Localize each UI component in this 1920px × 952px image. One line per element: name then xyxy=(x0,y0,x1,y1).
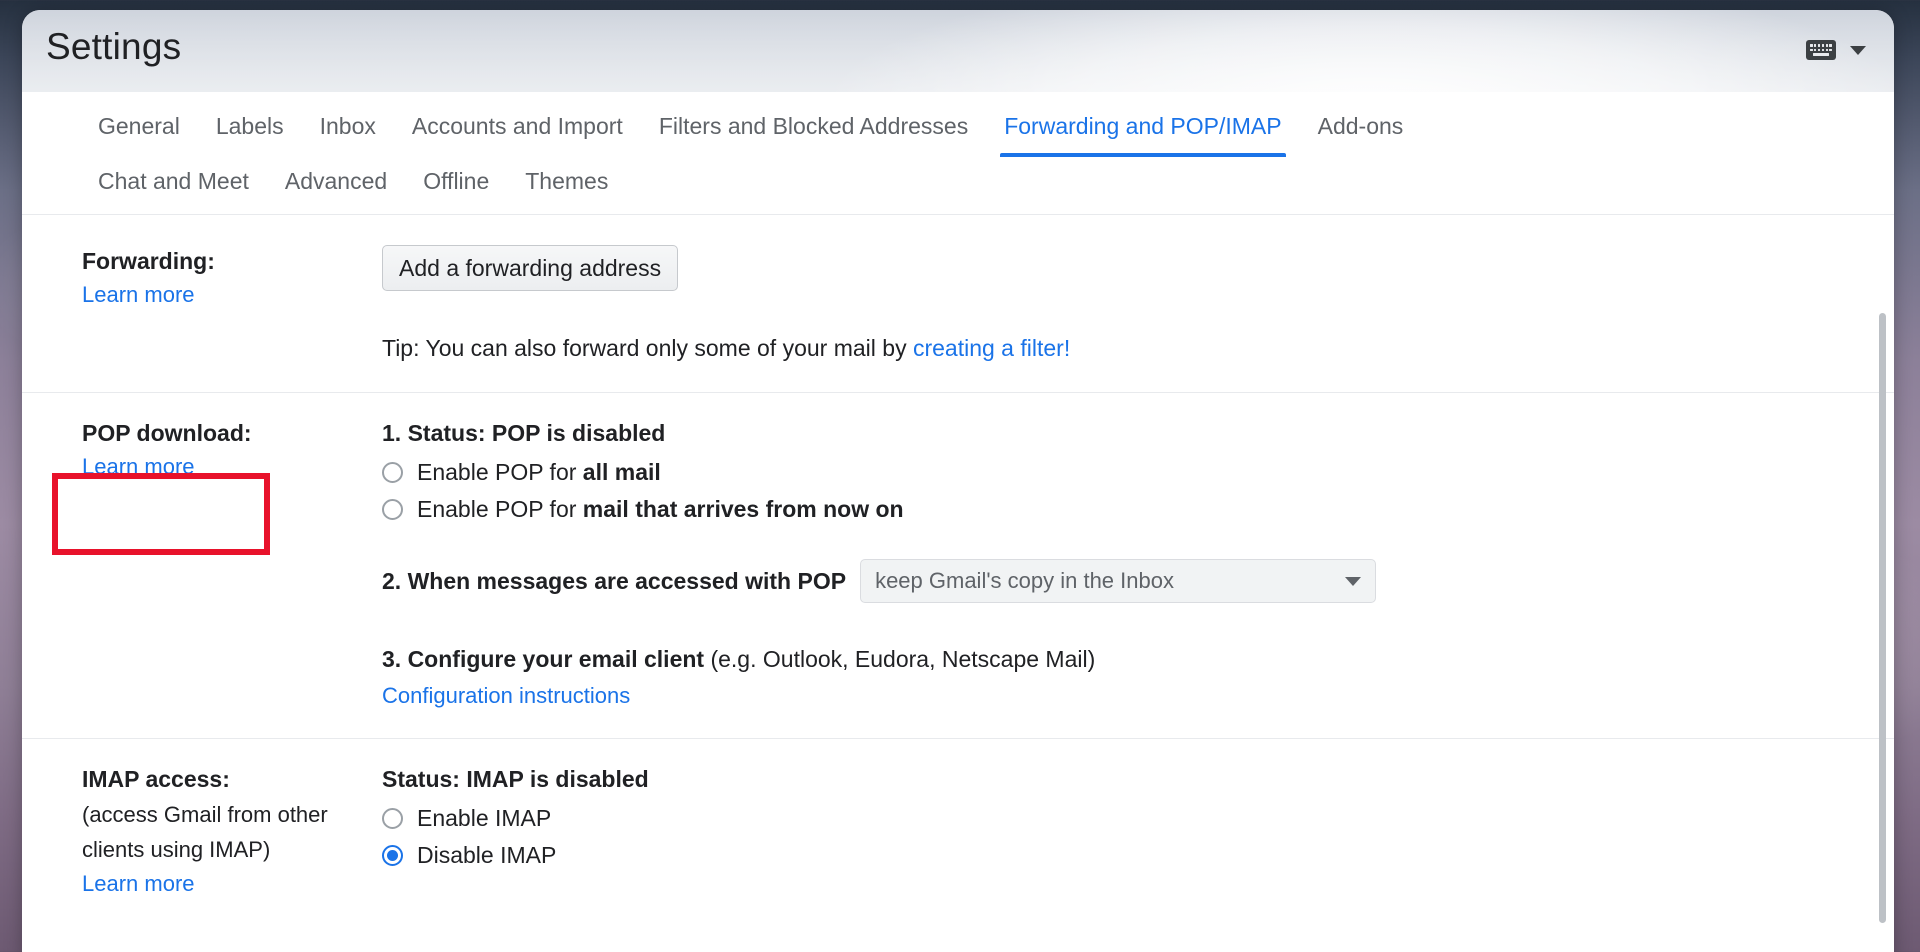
forwarding-label-cell: Forwarding: Learn more xyxy=(22,245,382,311)
settings-content: Forwarding: Learn more Add a forwarding … xyxy=(22,215,1894,935)
pop-step2: 2. When messages are accessed with POP k… xyxy=(382,559,1854,603)
forwarding-tip: Tip: You can also forward only some of y… xyxy=(382,331,1854,366)
imap-status-prefix: Status: xyxy=(382,766,466,792)
imap-status-value: IMAP is disabled xyxy=(466,766,648,792)
pop-step2-label: 2. When messages are accessed with POP xyxy=(382,565,846,597)
section-pop-download: POP download: Learn more 1. Status: POP … xyxy=(22,392,1894,738)
pop-step2-text: 2. When messages are accessed with POP xyxy=(382,568,846,594)
creating-a-filter-link[interactable]: creating a filter! xyxy=(913,331,1070,366)
forwarding-label: Forwarding: xyxy=(82,245,372,278)
tab-forwarding-and-pop-imap[interactable]: Forwarding and POP/IMAP xyxy=(986,106,1299,157)
imap-status: Status: IMAP is disabled xyxy=(382,763,1854,795)
tab-themes[interactable]: Themes xyxy=(507,161,626,206)
pop-radio-now-bold: mail that arrives from now on xyxy=(583,496,904,522)
imap-learn-more-link[interactable]: Learn more xyxy=(82,867,195,900)
pop-step1-prefix: 1. Status: xyxy=(382,420,492,446)
tab-advanced[interactable]: Advanced xyxy=(267,161,405,206)
pop-radio-all-prefix: Enable POP for xyxy=(417,459,583,485)
radio-icon-pop-from-now-on[interactable] xyxy=(382,499,403,520)
page-title: Settings xyxy=(46,26,181,68)
imap-radio-disable[interactable]: Disable IMAP xyxy=(382,842,1854,869)
chevron-down-icon[interactable] xyxy=(1850,46,1866,55)
imap-label-cell: IMAP access: (access Gmail from other cl… xyxy=(22,763,382,900)
radio-icon-pop-all-mail[interactable] xyxy=(382,462,403,483)
forwarding-body: Add a forwarding address Tip: You can al… xyxy=(382,245,1894,366)
tab-filters-and-blocked-addresses[interactable]: Filters and Blocked Addresses xyxy=(641,106,986,157)
pop-radio-all-mail[interactable]: Enable POP for all mail xyxy=(382,459,1854,486)
imap-radio-enable[interactable]: Enable IMAP xyxy=(382,805,1854,832)
tab-chat-and-meet[interactable]: Chat and Meet xyxy=(80,161,267,206)
section-imap-access: IMAP access: (access Gmail from other cl… xyxy=(22,738,1894,926)
window-header: Settings xyxy=(22,10,1894,92)
tab-inbox[interactable]: Inbox xyxy=(302,106,394,157)
section-forwarding: Forwarding: Learn more Add a forwarding … xyxy=(22,221,1894,392)
imap-body: Status: IMAP is disabled Enable IMAP Dis… xyxy=(382,763,1894,869)
radio-icon-imap-enable[interactable] xyxy=(382,808,403,829)
tab-labels[interactable]: Labels xyxy=(198,106,302,157)
pop-access-select-value: keep Gmail's copy in the Inbox xyxy=(875,568,1174,594)
tab-accounts-and-import[interactable]: Accounts and Import xyxy=(394,106,641,157)
pop-download-label: POP download: xyxy=(82,417,372,450)
pop-radio-all-bold: all mail xyxy=(583,459,661,485)
imap-radio-enable-label: Enable IMAP xyxy=(417,805,551,832)
pop-radio-now-label: Enable POP for mail that arrives from no… xyxy=(417,496,904,523)
pop-step1-status: 1. Status: POP is disabled xyxy=(382,417,1854,449)
window-bottom-fade xyxy=(22,934,1894,952)
content-scrollbar-thumb[interactable] xyxy=(1879,313,1886,923)
pop-learn-more-link[interactable]: Learn more xyxy=(82,450,195,483)
keyboard-icon[interactable] xyxy=(1806,40,1836,60)
header-actions xyxy=(1806,40,1866,60)
tab-general[interactable]: General xyxy=(80,106,198,157)
pop-step3-rest: (e.g. Outlook, Eudora, Netscape Mail) xyxy=(704,646,1095,672)
tab-offline[interactable]: Offline xyxy=(405,161,507,206)
tab-add-ons[interactable]: Add-ons xyxy=(1300,106,1422,157)
pop-radio-now-prefix: Enable POP for xyxy=(417,496,583,522)
content-scrollbar[interactable] xyxy=(1876,225,1888,929)
pop-label-cell: POP download: Learn more xyxy=(22,417,382,483)
pop-status-value: POP is disabled xyxy=(492,420,665,446)
pop-radio-all-mail-label: Enable POP for all mail xyxy=(417,459,661,486)
add-forwarding-address-button[interactable]: Add a forwarding address xyxy=(382,245,678,292)
pop-radio-from-now-on[interactable]: Enable POP for mail that arrives from no… xyxy=(382,496,1854,523)
imap-radio-disable-label: Disable IMAP xyxy=(417,842,556,869)
pop-step3: 3. Configure your email client (e.g. Out… xyxy=(382,643,1854,712)
pop-access-select[interactable]: keep Gmail's copy in the Inbox xyxy=(860,559,1376,603)
configuration-instructions-link[interactable]: Configuration instructions xyxy=(382,679,1854,712)
chevron-down-icon-select xyxy=(1345,577,1361,586)
pop-step3-bold: 3. Configure your email client xyxy=(382,646,704,672)
forwarding-tip-text: Tip: You can also forward only some of y… xyxy=(382,335,913,361)
pop-body: 1. Status: POP is disabled Enable POP fo… xyxy=(382,417,1894,712)
settings-window: Settings General Labels Inbox Accounts a… xyxy=(22,10,1894,952)
forwarding-learn-more-link[interactable]: Learn more xyxy=(82,278,195,311)
tab-row-secondary: Chat and Meet Advanced Offline Themes xyxy=(22,157,1894,214)
imap-access-sublabel: (access Gmail from other clients using I… xyxy=(82,798,372,866)
tab-row-primary: General Labels Inbox Accounts and Import… xyxy=(22,106,1894,157)
radio-icon-imap-disable[interactable] xyxy=(382,845,403,866)
pop-step3-line: 3. Configure your email client (e.g. Out… xyxy=(382,643,1854,675)
imap-access-label: IMAP access: xyxy=(82,763,372,796)
settings-tabbar: General Labels Inbox Accounts and Import… xyxy=(22,92,1894,215)
